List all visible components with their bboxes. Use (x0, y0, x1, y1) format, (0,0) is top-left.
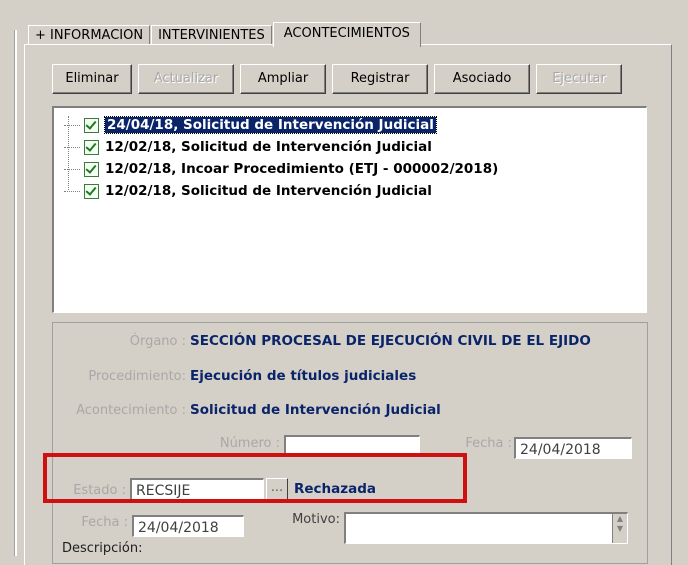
window-frame-edge (14, 30, 17, 556)
fecha-label: Fecha : (465, 436, 512, 451)
eliminar-button[interactable]: Eliminar (52, 64, 132, 94)
checkbox-icon (84, 139, 99, 155)
organo-label: Órgano : (129, 334, 186, 349)
actualizar-button[interactable]: Actualizar (138, 64, 234, 94)
ejecutar-button[interactable]: Ejecutar (536, 64, 622, 94)
highlight-box (43, 453, 467, 503)
ampliar-button[interactable]: Ampliar (240, 64, 326, 94)
numero-label: Número : (219, 436, 280, 451)
events-tree[interactable]: 24/04/18, Solicitud de Intervención Judi… (52, 106, 647, 313)
fecha-input[interactable]: 24/04/2018 (514, 437, 632, 459)
fecha2-input[interactable]: 24/04/2018 (132, 515, 244, 537)
tree-item-label: 12/02/18, Solicitud de Intervención Judi… (105, 139, 432, 155)
tab-intervinientes[interactable]: INTERVINIENTES (151, 25, 272, 46)
tab-informacion[interactable]: + INFORMACION (28, 25, 151, 46)
tree-item-label: 12/02/18, Incoar Procedimiento (ETJ - 00… (105, 161, 499, 177)
registrar-button[interactable]: Registrar (332, 64, 428, 94)
checkbox-icon (84, 183, 99, 199)
motivo-label: Motivo: (292, 512, 340, 527)
tree-item[interactable]: 12/02/18, Incoar Procedimiento (ETJ - 00… (64, 158, 498, 180)
tree-item[interactable]: 12/02/18, Solicitud de Intervención Judi… (64, 136, 432, 158)
procedimiento-label: Procedimiento: (88, 369, 186, 384)
acontecimiento-value: Solicitud de Intervención Judicial (190, 402, 441, 418)
toolbar: Eliminar Actualizar Ampliar Registrar As… (52, 64, 628, 94)
tab-acontecimientos[interactable]: ACONTECIMIENTOS (272, 22, 421, 47)
organo-value: SECCIÓN PROCESAL DE EJECUCIÓN CIVIL DE E… (190, 333, 591, 349)
motivo-input[interactable]: ▲ ▼ (344, 512, 628, 544)
procedimiento-value: Ejecución de títulos judiciales (190, 368, 417, 384)
tree-item-label: 24/04/18, Solicitud de Intervención Judi… (104, 116, 437, 134)
asociado-button[interactable]: Asociado (434, 64, 530, 94)
tree-item-label: 12/02/18, Solicitud de Intervención Judi… (105, 183, 432, 199)
acontecimiento-label: Acontecimiento : (76, 403, 186, 418)
fecha2-label: Fecha : (81, 515, 128, 530)
tree-item[interactable]: 12/02/18, Solicitud de Intervención Judi… (64, 180, 432, 202)
tab-strip: + INFORMACION INTERVINIENTES ACONTECIMIE… (28, 22, 422, 47)
scroll-arrows-icon[interactable]: ▲ ▼ (612, 514, 627, 543)
descripcion-label: Descripción: (62, 541, 143, 556)
tree-item[interactable]: 24/04/18, Solicitud de Intervención Judi… (64, 114, 437, 136)
checkbox-icon (84, 161, 99, 177)
checkbox-icon (84, 117, 99, 133)
